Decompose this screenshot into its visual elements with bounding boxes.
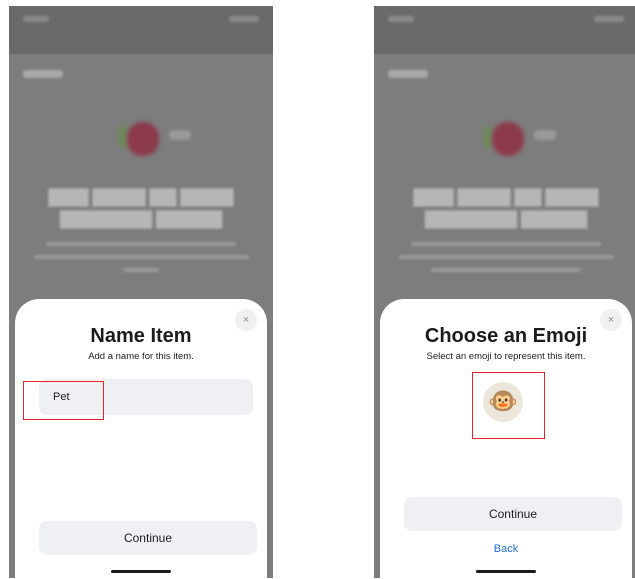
item-name-input[interactable] bbox=[39, 379, 253, 415]
background-paragraph bbox=[27, 242, 255, 281]
home-indicator bbox=[111, 570, 171, 573]
home-indicator bbox=[476, 570, 536, 573]
emoji-picker-button[interactable]: 🐵 bbox=[483, 382, 523, 422]
background-nav-label bbox=[388, 70, 428, 78]
background-nav-label bbox=[23, 70, 63, 78]
continue-button[interactable]: Continue bbox=[404, 497, 622, 531]
status-bar bbox=[374, 6, 635, 54]
background-headline: ▇▇▇ ▇▇▇▇ ▇▇ ▇▇▇▇ ▇▇▇▇▇▇▇ ▇▇▇▇▇ bbox=[413, 187, 599, 228]
status-bar bbox=[9, 6, 273, 54]
sheet-title: Choose an Emoji bbox=[424, 325, 588, 347]
bottom-sheet: × Name Item Add a name for this item. Co… bbox=[15, 299, 267, 578]
sheet-subtitle: Add a name for this item. bbox=[88, 351, 194, 362]
background-paragraph bbox=[392, 242, 620, 281]
background-headline: ▇▇▇ ▇▇▇▇ ▇▇ ▇▇▇▇ ▇▇▇▇▇▇▇ ▇▇▇▇▇ bbox=[48, 187, 234, 228]
sheet-title: Name Item bbox=[90, 325, 192, 347]
back-link[interactable]: Back bbox=[380, 543, 632, 555]
phone-screen-choose-emoji: ▇▇▇ ▇▇▇▇ ▇▇ ▇▇▇▇ ▇▇▇▇▇▇▇ ▇▇▇▇▇ × Choose a… bbox=[374, 6, 635, 578]
continue-button[interactable]: Continue bbox=[39, 521, 257, 555]
background-key-art bbox=[9, 110, 273, 170]
phone-screen-name-item: ▇▇▇ ▇▇▇▇ ▇▇ ▇▇▇▇ ▇▇▇▇▇▇▇ ▇▇▇▇▇ × Name Ite… bbox=[9, 6, 273, 578]
bottom-sheet: × Choose an Emoji Select an emoji to rep… bbox=[380, 299, 632, 578]
sheet-subtitle: Select an emoji to represent this item. bbox=[426, 351, 586, 362]
background-key-art bbox=[374, 110, 635, 170]
